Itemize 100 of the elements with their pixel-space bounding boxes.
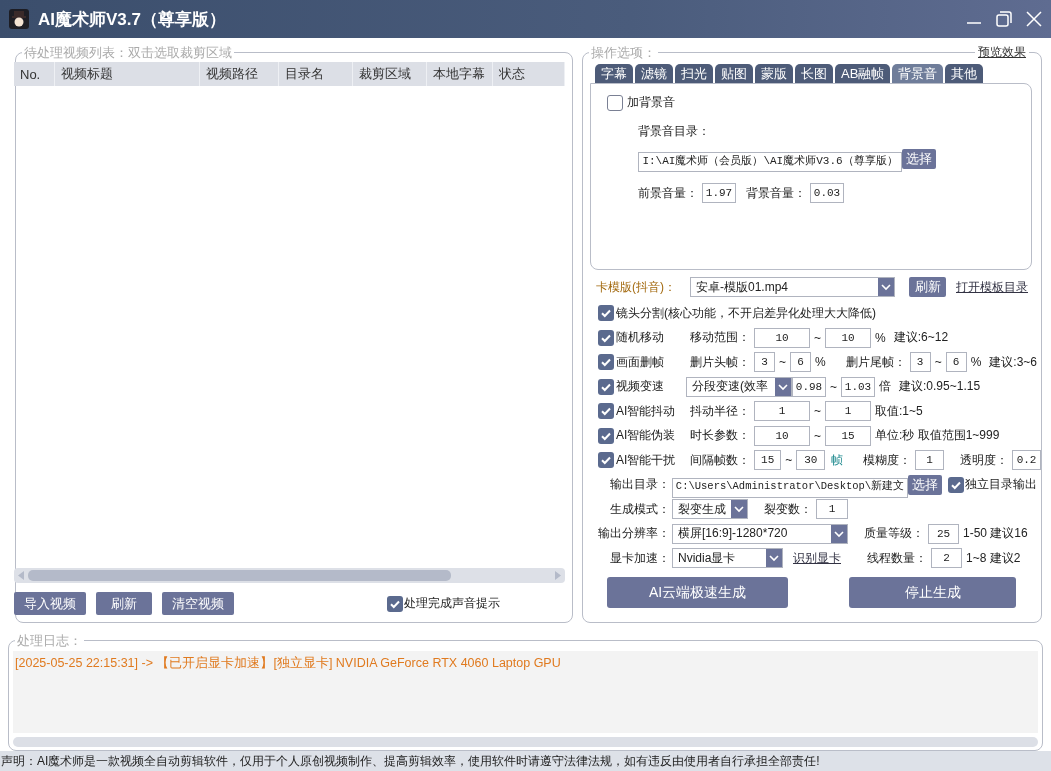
checkbox-label: AI智能抖动 xyxy=(616,402,676,420)
checkbox-label: 画面删帧 xyxy=(616,353,664,371)
dropdown[interactable]: 裂变生成 xyxy=(672,499,748,519)
caret-icon[interactable] xyxy=(878,278,894,296)
input-field[interactable]: 1.97 xyxy=(702,183,736,203)
checkbox[interactable] xyxy=(598,403,614,419)
scrollbar[interactable] xyxy=(13,737,1038,747)
input-field[interactable]: 30 xyxy=(796,450,826,470)
input-field[interactable]: 3 xyxy=(909,352,931,372)
checkbox[interactable] xyxy=(598,354,614,370)
field-label: 卡模版(抖音)： xyxy=(596,278,676,296)
input-field[interactable]: 0.03 xyxy=(810,183,844,203)
field-label: 前景音量： xyxy=(638,184,698,202)
input-field[interactable]: 1 xyxy=(754,401,810,421)
dropdown[interactable]: Nvidia显卡 xyxy=(672,548,783,568)
field-label: 显卡加速： xyxy=(609,549,670,567)
label: ~ xyxy=(779,355,786,369)
tab[interactable]: 其他 xyxy=(945,64,984,83)
tab[interactable]: 贴图 xyxy=(715,64,753,83)
checkbox-label: 随机移动 xyxy=(616,329,664,346)
caret-icon[interactable] xyxy=(731,500,747,518)
close-icon[interactable] xyxy=(1025,10,1043,28)
caret-icon[interactable] xyxy=(831,524,847,543)
log-line: [2025-05-25 22:15:31] -> 【已开启显卡加速】[独立显卡] NVIDIA GeForce RTX 4060 Laptop GPU xyxy=(15,655,562,672)
label: 建议:0.95~1.15 xyxy=(899,378,981,395)
checkbox[interactable] xyxy=(948,476,964,493)
dropdown[interactable]: 横屏[16:9]-1280*720 xyxy=(672,523,848,544)
input-field[interactable]: 1 xyxy=(915,450,945,470)
input-field[interactable]: 6 xyxy=(790,352,811,372)
input-field[interactable]: 15 xyxy=(825,425,871,446)
label: 移动范围： xyxy=(690,329,750,346)
column-header[interactable]: 本地字幕 xyxy=(427,62,494,86)
action-button[interactable]: 停止生成 xyxy=(849,577,1016,608)
label: 取值:1~5 xyxy=(875,402,923,420)
input-field[interactable]: 2 xyxy=(931,548,962,568)
field-label: 输出目录： xyxy=(609,476,670,493)
preview-link[interactable]: 预览效果 xyxy=(975,44,1029,61)
checkbox[interactable] xyxy=(607,94,623,111)
dropdown[interactable]: 分段变速(效率 xyxy=(686,376,792,397)
caret-icon[interactable] xyxy=(775,377,791,396)
panel-title: 处理日志： xyxy=(15,632,84,650)
label: 抖动半径： xyxy=(690,402,750,420)
label: ~ xyxy=(814,330,821,345)
tab[interactable]: 字幕 xyxy=(595,64,633,83)
input-field[interactable]: 6 xyxy=(945,352,967,372)
input-field[interactable]: 10 xyxy=(754,327,810,348)
window-title: AI魔术师V3.7（尊享版） xyxy=(38,8,227,31)
choose-button[interactable]: 选择 xyxy=(908,474,942,495)
input-field[interactable]: 10 xyxy=(754,425,810,446)
field-label: 生成模式： xyxy=(609,500,670,518)
path-field[interactable]: I:\AI魔术师（会员版）\AI魔术师V3.6（尊享版） xyxy=(638,152,902,172)
checkbox[interactable] xyxy=(598,427,614,444)
column-header[interactable]: 视频标题 xyxy=(54,62,200,86)
action-button[interactable]: AI云端极速生成 xyxy=(607,577,788,608)
column-header[interactable]: 裁剪区域 xyxy=(353,62,428,86)
refresh-button[interactable]: 刷新 xyxy=(909,277,946,297)
logo-icon xyxy=(9,9,29,29)
action-button[interactable]: 导入视频 xyxy=(14,592,86,615)
checkbox-label: 视频变速 xyxy=(616,378,664,395)
caret-icon[interactable] xyxy=(766,549,782,567)
checkbox[interactable] xyxy=(598,378,614,395)
tab[interactable]: 背景音 xyxy=(892,64,944,83)
input-field[interactable]: 10 xyxy=(825,327,871,348)
input-field[interactable]: 1.03 xyxy=(841,376,875,397)
action-button[interactable]: 清空视频 xyxy=(162,592,234,615)
tab[interactable]: 扫光 xyxy=(675,64,713,83)
input-field[interactable]: 0.98 xyxy=(792,376,826,397)
label: 建议:6~12 xyxy=(893,329,949,346)
label: 线程数量： xyxy=(867,549,927,567)
input-field[interactable]: 15 xyxy=(754,450,782,470)
checkbox[interactable] xyxy=(598,305,614,321)
tab[interactable]: 滤镜 xyxy=(635,64,673,83)
column-header[interactable]: 目录名 xyxy=(278,62,354,86)
input-field[interactable]: 3 xyxy=(754,352,775,372)
checkbox-label: 独立目录输出 xyxy=(965,476,1037,493)
tab[interactable]: AB融帧 xyxy=(835,64,891,83)
path-field[interactable]: C:\Users\Administrator\Desktop\新建文 xyxy=(672,477,908,498)
input-field[interactable]: 1 xyxy=(825,401,871,421)
template-link[interactable]: 打开模板目录 xyxy=(956,278,1028,296)
maximize-icon[interactable] xyxy=(995,10,1013,28)
checkbox-label: AI智能伪装 xyxy=(616,427,676,444)
detect-link[interactable]: 识别显卡 xyxy=(793,549,841,567)
choose-button[interactable]: 选择 xyxy=(902,149,936,169)
label: 间隔帧数： xyxy=(690,451,750,469)
input-field[interactable]: 1 xyxy=(816,499,848,519)
column-header[interactable]: 状态 xyxy=(493,62,565,86)
checkbox[interactable] xyxy=(598,452,614,468)
label: ~ xyxy=(814,428,821,443)
input-field[interactable]: 0.2 xyxy=(1012,450,1041,470)
column-header[interactable]: 视频路径 xyxy=(199,62,279,86)
dropdown[interactable]: 安卓-模版01.mp4 xyxy=(690,277,895,297)
checkbox[interactable] xyxy=(598,329,614,346)
tab[interactable]: 蒙版 xyxy=(755,64,793,83)
column-header[interactable]: No. xyxy=(14,62,55,86)
tab[interactable]: 长图 xyxy=(795,64,833,83)
action-button[interactable]: 刷新 xyxy=(96,592,152,615)
label: % xyxy=(875,330,886,345)
input-field[interactable]: 25 xyxy=(928,523,959,544)
checkbox[interactable] xyxy=(387,595,403,612)
label: 删片尾帧： xyxy=(845,353,906,371)
